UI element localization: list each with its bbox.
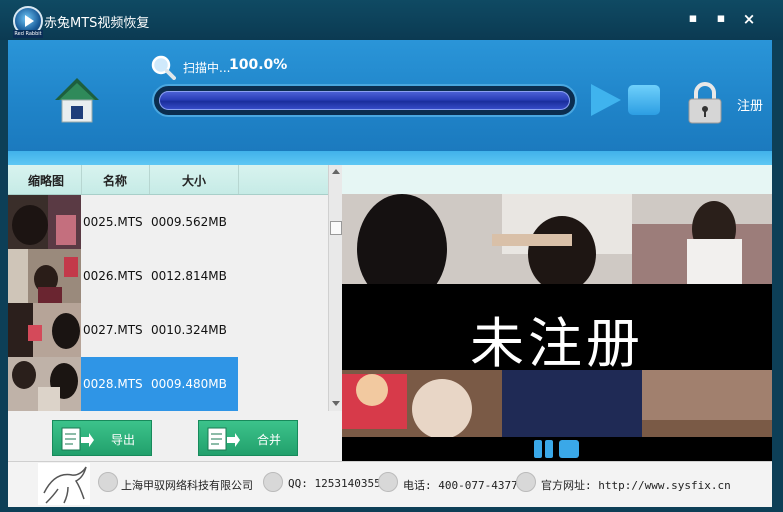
video-thumbnail	[8, 303, 81, 357]
close-button[interactable]: ×	[740, 11, 758, 27]
toolbar: 扫描中... 100.0% 注册	[8, 40, 772, 165]
maximize-button[interactable]: ▪	[712, 11, 730, 27]
website-link[interactable]: 官方网址: http://www.sysfix.cn	[541, 477, 731, 493]
file-name: 0026.MTS	[83, 269, 143, 283]
phone-number: 电话: 400-077-4377	[403, 479, 518, 492]
preview-stop-button[interactable]	[559, 440, 579, 458]
file-row[interactable]: 0025.MTS 0009.562MB	[8, 195, 328, 249]
file-list-header: 缩略图 名称 大小	[8, 165, 328, 195]
company-icon	[98, 472, 118, 492]
action-bar: 导出 合并	[8, 411, 342, 461]
title-bar: Red Rabbit 赤兔MTS视频恢复 ▪ ▪ ×	[0, 0, 783, 40]
file-row[interactable]: 0026.MTS 0012.814MB	[8, 249, 328, 303]
globe-icon	[516, 472, 536, 492]
company-logo	[38, 463, 90, 505]
preview-header	[342, 165, 772, 194]
column-header-name[interactable]: 名称	[103, 172, 127, 189]
video-thumbnail	[8, 195, 81, 249]
scan-progress-fill	[159, 91, 570, 110]
file-row-selected[interactable]: 0028.MTS 0009.480MB	[8, 357, 328, 411]
column-header-thumbnail[interactable]: 缩略图	[28, 172, 64, 189]
app-logo-tag: Red Rabbit	[13, 30, 43, 38]
play-button[interactable]	[591, 84, 621, 116]
export-label: 导出	[111, 433, 136, 447]
footer: 上海甲驭网络科技有限公司 QQ: 1253140355 电话: 400-077-…	[8, 461, 772, 507]
file-size: 0010.324MB	[151, 323, 227, 337]
search-icon	[151, 55, 176, 80]
scrollbar-thumb[interactable]	[330, 221, 342, 235]
minimize-button[interactable]: ▪	[684, 11, 702, 27]
export-icon	[61, 427, 94, 451]
unregistered-watermark: 未注册	[470, 312, 644, 375]
app-logo-icon: Red Rabbit	[13, 6, 43, 38]
merge-icon	[207, 427, 240, 451]
file-size: 0009.480MB	[151, 377, 227, 391]
export-button[interactable]: 导出	[52, 420, 152, 456]
qq-icon	[263, 472, 283, 492]
file-name: 0028.MTS	[83, 377, 143, 391]
file-list: 0025.MTS 0009.562MB 0026.MTS 0012.814MB …	[8, 195, 328, 411]
phone-icon	[378, 472, 398, 492]
merge-button[interactable]: 合并	[198, 420, 298, 456]
scan-status-label: 扫描中...	[183, 61, 231, 75]
file-size: 0009.562MB	[151, 215, 227, 229]
scan-percent: 100.0%	[229, 57, 288, 73]
column-header-size[interactable]: 大小	[182, 172, 206, 189]
file-size: 0012.814MB	[151, 269, 227, 283]
file-list-panel: 缩略图 名称 大小 0025.MTS 0009.562MB 0026.MTS 0…	[8, 165, 343, 461]
lock-icon[interactable]	[686, 82, 724, 124]
video-preview: 未注册	[342, 194, 772, 437]
video-thumbnail	[8, 249, 81, 303]
pause-button[interactable]	[534, 440, 554, 458]
window-title: 赤兔MTS视频恢复	[44, 16, 150, 31]
merge-label: 合并	[257, 433, 282, 447]
unregistered-watermark-band: 未注册	[342, 284, 772, 375]
register-button[interactable]: 注册	[737, 95, 763, 114]
stop-button[interactable]	[628, 85, 660, 115]
file-list-scrollbar[interactable]	[328, 165, 343, 411]
file-name: 0027.MTS	[83, 323, 143, 337]
file-row[interactable]: 0027.MTS 0010.324MB	[8, 303, 328, 357]
company-name: 上海甲驭网络科技有限公司	[121, 479, 253, 492]
scan-progress-bar	[152, 84, 577, 117]
file-name: 0025.MTS	[83, 215, 143, 229]
home-icon[interactable]	[55, 78, 99, 124]
qq-number: QQ: 1253140355	[288, 477, 381, 490]
app-window: Red Rabbit 赤兔MTS视频恢复 ▪ ▪ × 扫描中... 100.0%	[0, 0, 783, 512]
video-thumbnail	[8, 357, 81, 411]
playback-controls	[342, 437, 772, 461]
